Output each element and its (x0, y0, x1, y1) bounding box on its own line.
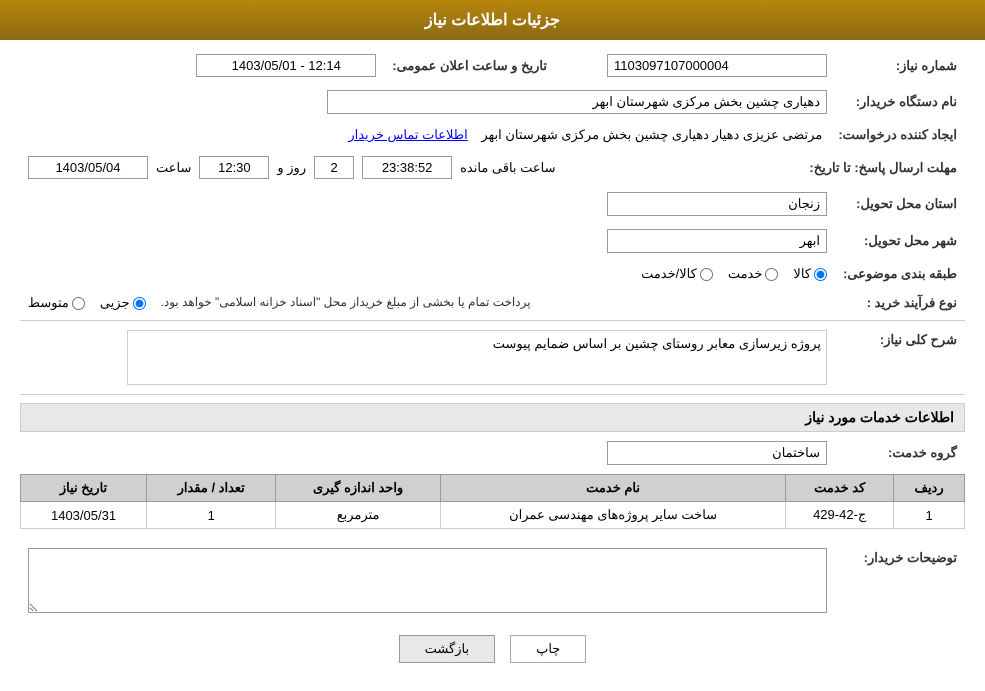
announcement-date-label: تاریخ و ساعت اعلان عمومی: (384, 50, 555, 81)
buyer-description-textarea[interactable] (28, 548, 827, 613)
response-time: 12:30 (199, 156, 269, 179)
response-days: 2 (314, 156, 354, 179)
days-label: روز و (277, 160, 306, 176)
purchase-type-note: پرداخت تمام یا بخشی از مبلغ خریداز محل "… (161, 295, 531, 309)
response-deadline-label: مهلت ارسال پاسخ: تا تاریخ: (801, 152, 965, 183)
need-description-label: شرح کلی نیاز: (880, 332, 957, 347)
radio-kala-khedmat[interactable]: کالا/خدمت (641, 266, 713, 282)
category-label: طبقه بندی موضوعی: (835, 262, 965, 286)
need-number-label: شماره نیاز: (835, 50, 965, 81)
buyer-org-label: نام دستگاه خریدار: (835, 86, 965, 118)
col-row: ردیف (894, 475, 965, 502)
table-row: 1ج-42-429ساخت سایر پروژه‌های مهندسی عمرا… (21, 502, 965, 529)
col-unit: واحد اندازه گیری (276, 475, 441, 502)
col-date: تاریخ نیاز (21, 475, 147, 502)
contact-link[interactable]: اطلاعات تماس خریدار (348, 127, 467, 142)
radio-khedmat[interactable]: خدمت (728, 266, 779, 282)
city-label: شهر محل تحویل: (835, 225, 965, 257)
back-button[interactable]: بازگشت (399, 635, 495, 663)
need-number-value: 1103097107000004 (607, 54, 827, 77)
city-value: ابهر (607, 229, 827, 253)
radio-kala[interactable]: کالا (793, 266, 827, 282)
response-date: 1403/05/04 (28, 156, 148, 179)
radio-motavaset[interactable]: متوسط (28, 295, 85, 311)
purchase-type-label: نوع فرآیند خرید : (835, 291, 965, 315)
creator-label: ایجاد کننده درخواست: (830, 123, 965, 147)
service-group-value: ساختمان (607, 441, 827, 465)
need-description-text: پروژه زیرسازی معابر روستای چشین بر اساس … (127, 330, 827, 385)
creator-value: مرتضی عزیزی دهیار دهیاری چشین بخش مرکزی … (481, 127, 822, 142)
page-title: جزئیات اطلاعات نیاز (425, 12, 560, 29)
province-value: زنجان (607, 192, 827, 216)
province-label: استان محل تحویل: (835, 188, 965, 220)
radio-jozi[interactable]: جزیی (100, 295, 146, 311)
col-name: نام خدمت (440, 475, 785, 502)
print-button[interactable]: چاپ (510, 635, 586, 663)
page-header: جزئیات اطلاعات نیاز (0, 0, 985, 40)
time-label: ساعت (156, 160, 191, 176)
col-code: کد خدمت (786, 475, 894, 502)
col-quantity: تعداد / مقدار (147, 475, 276, 502)
services-section-title: اطلاعات خدمات مورد نیاز (20, 403, 965, 432)
remaining-label: ساعت باقی مانده (460, 160, 555, 176)
service-group-label: گروه خدمت: (835, 437, 965, 469)
announcement-date-value: 1403/05/01 - 12:14 (196, 54, 376, 77)
buyer-org-value: دهیاری چشین بخش مرکزی شهرستان ابهر (327, 90, 827, 114)
response-remaining: 23:38:52 (362, 156, 452, 179)
buyer-description-label: توضیحات خریدار: (864, 550, 957, 565)
